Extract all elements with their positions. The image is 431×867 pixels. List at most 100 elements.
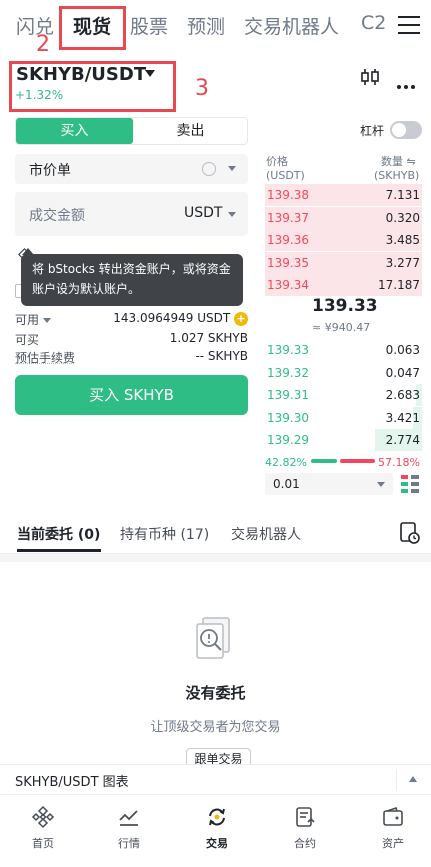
available-label[interactable]: 可用 — [15, 311, 51, 328]
bid-row[interactable]: 139.32 0.047 — [265, 362, 422, 384]
amount-placeholder: 成交金额 — [29, 205, 85, 225]
tab-bots[interactable]: 交易机器人 — [231, 524, 301, 544]
ask-qty: 17.187 — [378, 278, 420, 292]
markets-icon — [117, 805, 141, 829]
ask-price: 139.37 — [267, 211, 309, 225]
ask-qty: 3.485 — [386, 233, 420, 247]
ask-price: 139.35 — [267, 256, 309, 270]
buy-ratio-bar — [311, 459, 337, 463]
tab-stocks[interactable]: 股票 — [130, 12, 168, 39]
can-buy-row: 可买 1.027 SKHYB — [15, 331, 248, 347]
chevron-down-icon[interactable] — [145, 70, 155, 77]
home-icon — [31, 805, 55, 829]
history-icon[interactable] — [400, 522, 420, 548]
can-buy-value: 1.027 SKHYB — [170, 331, 248, 345]
nav-markets-label: 行情 — [86, 835, 172, 851]
sell-ratio-bar — [340, 459, 375, 463]
price-unit: (USDT) — [266, 169, 305, 182]
wallet-icon — [381, 805, 405, 829]
ask-price: 139.34 — [267, 278, 309, 292]
tab-c2c[interactable]: C2C — [361, 12, 387, 34]
bid-row[interactable]: 139.29 2.774 — [265, 429, 422, 451]
nav-assets[interactable]: 资产 — [350, 795, 431, 855]
empty-title: 没有委托 — [0, 682, 431, 703]
chart-bar-title: SKHYB/USDT 图表 — [15, 771, 129, 790]
nav-assets-label: 资产 — [350, 835, 431, 851]
nav-futures[interactable]: 合约 — [262, 795, 348, 855]
bid-price: 139.32 — [267, 366, 309, 380]
kline-icon[interactable] — [360, 67, 380, 91]
more-icon[interactable] — [397, 74, 418, 93]
nav-home[interactable]: 首页 — [0, 795, 86, 855]
menu-icon[interactable] — [398, 16, 420, 36]
bid-row[interactable]: 139.31 2.683 — [265, 384, 422, 406]
side-toggle: 买入 卖出 — [15, 117, 248, 145]
bid-qty: 3.421 — [386, 411, 420, 425]
ask-row[interactable]: 139.35 3.277 — [265, 252, 422, 274]
pair-selector[interactable]: SKHYB/USDT — [16, 64, 146, 85]
add-funds-icon[interactable]: + — [234, 312, 248, 326]
tab-open-orders[interactable]: 当前委托 (0) — [17, 524, 100, 544]
tab-prediction[interactable]: 预测 — [187, 12, 225, 39]
nav-trade[interactable]: 交易 — [174, 795, 260, 855]
nav-home-label: 首页 — [0, 835, 86, 851]
annotation-box-spot — [59, 6, 126, 50]
available-value: 143.0964949 USDT + — [113, 311, 248, 326]
fiat-price: ≈ ¥940.47 — [312, 321, 370, 334]
info-icon[interactable] — [202, 162, 216, 176]
tooltip: 将 bStocks 转出资金账户，或将资金账户设为默认账户。 — [21, 254, 243, 306]
ask-qty: 0.320 — [386, 211, 420, 225]
last-price: 139.33 — [312, 296, 378, 316]
buy-button[interactable]: 买入 SKHYB — [15, 375, 248, 415]
ask-row[interactable]: 139.36 3.485 — [265, 229, 422, 251]
chevron-down-icon — [377, 482, 385, 487]
bid-qty: 0.063 — [386, 343, 420, 357]
fee-label[interactable]: 预估手续费 — [15, 349, 75, 366]
empty-subtitle: 让顶级交易者为您交易 — [0, 716, 431, 735]
trade-icon — [205, 805, 229, 829]
bid-price: 139.33 — [267, 343, 309, 357]
leverage-toggle[interactable] — [390, 121, 422, 139]
fee-value: -- SKHYB — [195, 349, 248, 363]
sell-tab[interactable]: 卖出 — [133, 118, 248, 144]
chevron-up-icon[interactable] — [409, 776, 417, 782]
nav-futures-label: 合约 — [262, 835, 348, 851]
amount-field[interactable]: 成交金额 USDT — [15, 192, 248, 236]
leverage-label: 杠杆 — [360, 122, 384, 139]
empty-orders-icon — [187, 612, 243, 672]
nav-markets[interactable]: 行情 — [86, 795, 172, 855]
chart-collapse-bar[interactable]: SKHYB/USDT 图表 — [0, 764, 431, 794]
tab-trading-bots[interactable]: 交易机器人 — [244, 12, 339, 39]
ask-price: 139.38 — [267, 188, 309, 202]
pair-change: +1.32% — [15, 88, 63, 102]
fee-row: 预估手续费 -- SKHYB — [15, 349, 248, 365]
available-row: 可用 143.0964949 USDT + — [15, 311, 248, 327]
bid-row[interactable]: 139.33 0.063 — [265, 339, 422, 361]
ask-row[interactable]: 139.38 7.131 — [265, 184, 422, 206]
depth-step-select[interactable]: 0.01 — [265, 473, 393, 495]
ask-qty: 7.131 — [386, 188, 420, 202]
buy-tab[interactable]: 买入 — [16, 118, 133, 144]
qty-header[interactable]: 数量 ⇋ — [381, 153, 416, 169]
ask-price: 139.36 — [267, 233, 309, 247]
chevron-down-icon — [43, 318, 51, 323]
bid-price: 139.29 — [267, 433, 309, 447]
amount-unit-select[interactable]: USDT — [184, 205, 222, 221]
ask-row[interactable]: 139.37 0.320 — [265, 207, 422, 229]
bid-qty: 2.774 — [386, 433, 420, 447]
orderbook-view-icon[interactable] — [401, 475, 419, 497]
active-tab-indicator — [17, 549, 101, 552]
chevron-down-icon — [228, 212, 236, 217]
ask-row[interactable]: 139.34 17.187 — [265, 274, 422, 296]
bid-price: 139.31 — [267, 388, 309, 402]
divider — [396, 769, 397, 791]
bid-row[interactable]: 139.30 3.421 — [265, 407, 422, 429]
tab-holdings[interactable]: 持有币种 (17) — [120, 524, 209, 544]
chevron-down-icon — [228, 166, 236, 171]
annotation-label-3: 3 — [195, 76, 209, 101]
bid-qty: 0.047 — [386, 366, 420, 380]
annotation-label-2: 2 — [36, 32, 50, 57]
ask-qty: 3.277 — [386, 256, 420, 270]
order-type-select[interactable]: 市价单 — [15, 154, 248, 184]
order-type-label: 市价单 — [29, 160, 71, 180]
